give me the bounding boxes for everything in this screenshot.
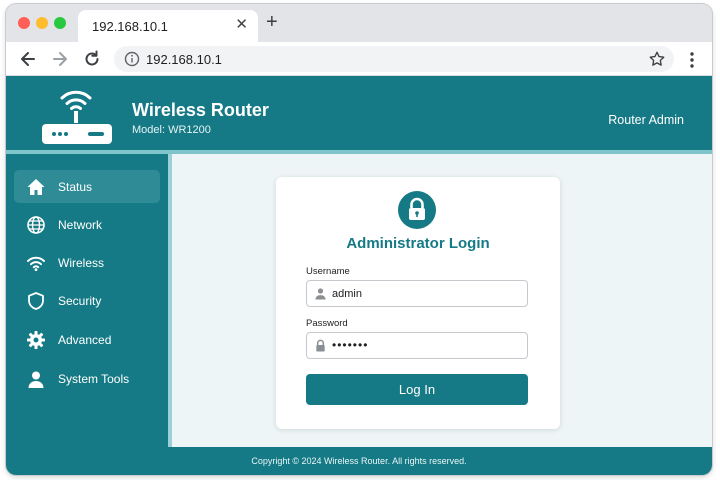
lock-icon: [409, 197, 425, 220]
user-icon: [28, 371, 44, 388]
password-field[interactable]: •••••••: [306, 332, 528, 359]
shield-icon: [28, 292, 44, 310]
sidebar-item-status[interactable]: Status: [14, 170, 160, 203]
sidebar-item-label: System Tools: [58, 372, 130, 386]
router-admin-page: Wireless Router Model: WR1200 Router Adm…: [6, 76, 712, 475]
model-label: Model: WR1200: [132, 124, 211, 136]
brand-title: Wireless Router: [132, 100, 269, 120]
minimize-window-button[interactable]: [36, 17, 48, 29]
login-card: Administrator Login Username admin Passw…: [276, 177, 560, 429]
router-admin-link[interactable]: Router Admin: [608, 113, 684, 127]
sidebar-item-advanced[interactable]: Advanced: [14, 323, 160, 356]
sidebar-item-label: Status: [58, 180, 93, 194]
tab-title: 192.168.10.1: [92, 19, 168, 34]
page-header: Wireless Router Model: WR1200 Router Adm…: [6, 76, 712, 150]
user-icon: [315, 288, 326, 300]
back-arrow-icon[interactable]: [18, 49, 38, 69]
reload-icon[interactable]: [82, 49, 102, 69]
password-label: Password: [306, 318, 348, 329]
login-button[interactable]: Log In: [306, 374, 528, 405]
username-label: Username: [306, 266, 350, 277]
tab-close-icon[interactable]: ✕: [235, 17, 248, 33]
site-info-icon[interactable]: [124, 51, 140, 67]
lock-icon: [316, 339, 325, 352]
gear-icon: [27, 331, 45, 349]
address-bar[interactable]: 192.168.10.1: [114, 46, 674, 72]
home-icon: [27, 179, 45, 195]
sidebar-item-system-tools[interactable]: System Tools: [14, 362, 160, 395]
sidebar-edge: [168, 154, 172, 447]
password-value: •••••••: [332, 338, 369, 352]
bookmark-star-icon[interactable]: [648, 50, 666, 68]
router-logo-icon: [42, 90, 112, 144]
sidebar: Status Network Wireless Security Advance…: [6, 154, 168, 447]
username-field[interactable]: admin: [306, 280, 528, 307]
browser-tab[interactable]: 192.168.10.1 ✕: [78, 10, 258, 42]
sidebar-item-wireless[interactable]: Wireless: [14, 246, 160, 279]
browser-toolbar: 192.168.10.1: [6, 42, 712, 76]
username-value: admin: [332, 288, 362, 300]
maximize-window-button[interactable]: [54, 17, 66, 29]
new-tab-button[interactable]: +: [266, 12, 278, 32]
browser-window: 192.168.10.1 ✕ + 192.168.10.1 Wireless R…: [6, 4, 712, 475]
browser-menu-icon[interactable]: [686, 50, 698, 70]
sidebar-item-network[interactable]: Network: [14, 208, 160, 241]
sidebar-item-security[interactable]: Security: [14, 284, 160, 317]
sidebar-item-label: Advanced: [58, 333, 112, 347]
page-footer: Copyright © 2024 Wireless Router. All ri…: [6, 447, 712, 475]
sidebar-item-label: Wireless: [58, 256, 105, 270]
close-window-button[interactable]: [18, 17, 30, 29]
wifi-icon: [27, 256, 45, 271]
login-title: Administrator Login: [346, 235, 490, 252]
sidebar-item-label: Security: [58, 294, 102, 308]
tab-strip: 192.168.10.1 ✕ +: [6, 4, 712, 42]
lock-badge: [398, 191, 436, 229]
sidebar-item-label: Network: [58, 218, 103, 232]
forward-arrow-icon[interactable]: [50, 49, 70, 69]
globe-icon: [27, 216, 45, 234]
url-text: 192.168.10.1: [146, 52, 222, 67]
copyright-text: Copyright © 2024 Wireless Router. All ri…: [251, 456, 467, 466]
